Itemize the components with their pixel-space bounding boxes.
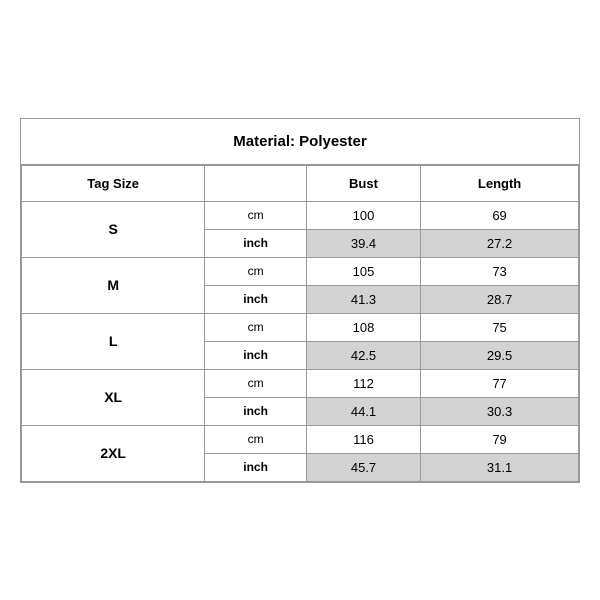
unit-cm: cm (205, 313, 307, 341)
bust-inch: 45.7 (306, 453, 420, 481)
length-cm: 73 (421, 257, 579, 285)
length-cm: 69 (421, 201, 579, 229)
length-inch: 30.3 (421, 397, 579, 425)
unit-inch: inch (205, 229, 307, 257)
header-length: Length (421, 165, 579, 201)
size-label: L (22, 313, 205, 369)
length-inch: 27.2 (421, 229, 579, 257)
bust-cm: 112 (306, 369, 420, 397)
unit-cm: cm (205, 425, 307, 453)
table-row: Mcm10573 (22, 257, 579, 285)
length-inch: 31.1 (421, 453, 579, 481)
bust-inch: 39.4 (306, 229, 420, 257)
unit-cm: cm (205, 369, 307, 397)
size-chart: Material: Polyester Tag Size Bust Length… (20, 118, 580, 483)
table-row: XLcm11277 (22, 369, 579, 397)
table-header: Tag Size Bust Length (22, 165, 579, 201)
unit-inch: inch (205, 397, 307, 425)
length-inch: 29.5 (421, 341, 579, 369)
length-cm: 75 (421, 313, 579, 341)
unit-inch: inch (205, 341, 307, 369)
unit-cm: cm (205, 201, 307, 229)
bust-inch: 42.5 (306, 341, 420, 369)
unit-inch: inch (205, 285, 307, 313)
unit-cm: cm (205, 257, 307, 285)
header-bust: Bust (306, 165, 420, 201)
length-cm: 79 (421, 425, 579, 453)
size-label: M (22, 257, 205, 313)
bust-cm: 116 (306, 425, 420, 453)
bust-cm: 108 (306, 313, 420, 341)
unit-inch: inch (205, 453, 307, 481)
bust-cm: 105 (306, 257, 420, 285)
length-inch: 28.7 (421, 285, 579, 313)
header-tag-size: Tag Size (22, 165, 205, 201)
header-unit (205, 165, 307, 201)
chart-title: Material: Polyester (21, 119, 579, 165)
table-row: Lcm10875 (22, 313, 579, 341)
bust-inch: 44.1 (306, 397, 420, 425)
bust-cm: 100 (306, 201, 420, 229)
size-label: S (22, 201, 205, 257)
length-cm: 77 (421, 369, 579, 397)
size-table: Tag Size Bust Length Scm10069inch39.427.… (21, 165, 579, 482)
size-label: 2XL (22, 425, 205, 481)
bust-inch: 41.3 (306, 285, 420, 313)
table-row: Scm10069 (22, 201, 579, 229)
table-row: 2XLcm11679 (22, 425, 579, 453)
size-label: XL (22, 369, 205, 425)
